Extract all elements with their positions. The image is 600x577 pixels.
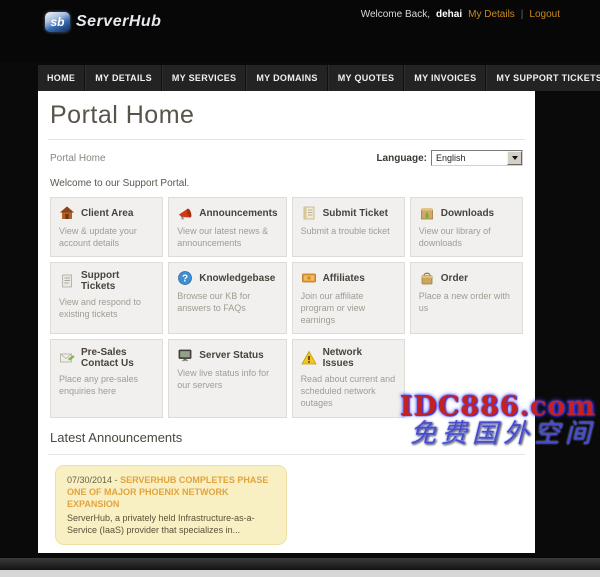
content-area: Portal Home Portal Home Language: Englis… <box>38 91 535 554</box>
banknote-icon <box>301 273 316 283</box>
ticket-icon <box>303 206 314 220</box>
serverhub-logo-text: ServerHub <box>76 13 162 30</box>
card-title: Support Tickets <box>81 270 120 293</box>
shortcut-cards-grid: Client Area View & update your account d… <box>48 197 525 418</box>
card-desc: View and respond to existing tickets <box>59 297 141 320</box>
card-order[interactable]: Order Place a new order with us <box>409 262 523 335</box>
card-head: Server Status <box>177 347 277 363</box>
server-icon <box>178 350 192 362</box>
card-title: Network Issues <box>322 347 363 370</box>
card-head: Announcements <box>177 205 278 221</box>
nav-item-my-domains[interactable]: MY DOMAINS <box>246 65 328 91</box>
card-desc: Read about current and scheduled network… <box>300 374 396 408</box>
my-details-link[interactable]: My Details <box>468 9 515 20</box>
house-icon <box>60 206 74 219</box>
nav-item-my-details[interactable]: MY DETAILS <box>85 65 162 91</box>
chevron-down-icon <box>511 156 518 160</box>
main-wrapper: HOME MY DETAILS MY SERVICES MY DOMAINS M… <box>38 65 600 554</box>
document-icon <box>62 274 72 288</box>
latest-announcements-heading: Latest Announcements <box>50 429 183 445</box>
card-network-issues[interactable]: Network Issues Read about current and sc… <box>291 339 405 418</box>
card-presales-contact[interactable]: Pre-Sales Contact Us Place any pre-sales… <box>50 339 164 418</box>
card-title: Downloads <box>440 207 495 219</box>
card-downloads[interactable]: Downloads View our library of downloads <box>409 197 523 258</box>
language-selector: Language: English <box>376 150 523 166</box>
page-title: Portal Home <box>50 101 195 129</box>
top-header-inner: sb ServerHub Welcome Back, dehai My Deta… <box>38 0 573 62</box>
card-desc: View our library of downloads <box>418 226 491 248</box>
card-head: Support Tickets <box>59 270 154 292</box>
card-server-status[interactable]: Server Status View live status info for … <box>168 339 287 418</box>
card-title: Server Status <box>199 349 264 361</box>
card-desc: View our latest news & announcements <box>177 226 269 248</box>
nav-item-my-support-tickets[interactable]: MY SUPPORT TICKETS <box>486 65 600 91</box>
card-knowledgebase[interactable]: ? Knowledgebase Browse our KB for answer… <box>168 262 287 335</box>
card-head: Client Area <box>59 205 154 221</box>
question-icon: ? <box>178 271 193 286</box>
card-head: Submit Ticket <box>301 205 396 221</box>
card-head: Pre-Sales Contact Us <box>59 347 154 369</box>
card-title: Announcements <box>199 207 278 219</box>
card-client-area[interactable]: Client Area View & update your account d… <box>50 197 164 258</box>
card-desc: Place any pre-sales enquiries here <box>59 374 139 397</box>
username: dehai <box>435 9 463 20</box>
card-desc: Place a new order with us <box>418 291 510 314</box>
card-desc: View live status info for our servers <box>177 368 270 391</box>
card-support-tickets[interactable]: Support Tickets View and respond to exis… <box>50 262 164 335</box>
card-desc: Browse our KB for answers to FAQs <box>177 291 251 314</box>
announcements-divider <box>48 453 525 455</box>
box-icon <box>420 208 433 220</box>
card-announcements[interactable]: Announcements View our latest news & ann… <box>168 197 287 258</box>
card-title: Client Area <box>81 207 134 219</box>
card-head: Downloads <box>419 205 514 221</box>
warning-icon <box>300 351 317 365</box>
card-title: Order <box>440 272 469 284</box>
language-select-button[interactable] <box>507 151 522 165</box>
announcement-date: 07/30/2014 - <box>67 474 118 485</box>
logout-link[interactable]: Logout <box>529 9 560 20</box>
welcome-text: Welcome Back, <box>360 9 430 20</box>
card-submit-ticket[interactable]: Submit Ticket Submit a trouble ticket <box>291 197 405 258</box>
account-links: Welcome Back, dehai My Details | Logout <box>361 9 573 20</box>
breadcrumb-row: Portal Home Language: English <box>48 148 525 166</box>
announcement-item: 07/30/2014 - SERVERHUB COMPLETES PHASE O… <box>55 464 287 546</box>
language-label: Language: <box>376 152 427 164</box>
language-select[interactable]: English <box>431 150 523 166</box>
bag-icon <box>421 273 433 285</box>
footer-bar <box>0 558 600 571</box>
title-divider <box>48 139 525 140</box>
card-desc: Join our affiliate program or view earni… <box>300 291 366 325</box>
card-head: Affiliates <box>301 270 396 286</box>
card-affiliates[interactable]: Affiliates Join our affiliate program or… <box>291 262 405 335</box>
nav-item-my-services[interactable]: MY SERVICES <box>161 65 247 91</box>
card-title: Knowledgebase <box>199 272 276 284</box>
megaphone-icon <box>179 208 192 220</box>
card-head: Order <box>419 270 514 286</box>
nav-item-home[interactable]: HOME <box>38 65 86 91</box>
top-header: sb ServerHub Welcome Back, dehai My Deta… <box>0 0 600 62</box>
card-title: Submit Ticket <box>322 207 388 219</box>
portal-home-page: { "header": { "logo_badge": "sb", "logo_… <box>0 0 600 577</box>
serverhub-logo[interactable]: sb ServerHub <box>45 12 161 32</box>
nav-item-my-invoices[interactable]: MY INVOICES <box>404 65 487 91</box>
card-desc: Submit a trouble ticket <box>300 226 390 236</box>
card-head: Network Issues <box>300 347 396 370</box>
card-head: ? Knowledgebase <box>177 270 277 286</box>
breadcrumb[interactable]: Portal Home <box>50 153 106 164</box>
main-navigation: HOME MY DETAILS MY SERVICES MY DOMAINS M… <box>38 65 600 91</box>
language-select-value: English <box>436 153 466 163</box>
svg-text:?: ? <box>182 274 188 285</box>
announcement-excerpt: ServerHub, a privately held Infrastructu… <box>67 512 255 536</box>
envelope-icon <box>60 354 75 363</box>
card-desc: View & update your account details <box>59 226 137 248</box>
link-divider: | <box>520 9 524 20</box>
card-title: Pre-Sales Contact Us <box>81 347 134 370</box>
nav-item-my-quotes[interactable]: MY QUOTES <box>327 65 405 91</box>
welcome-message: Welcome to our Support Portal. <box>50 178 190 189</box>
footer-light-strip <box>0 570 600 577</box>
card-title: Affiliates <box>322 272 365 284</box>
serverhub-logo-icon: sb <box>45 12 70 32</box>
